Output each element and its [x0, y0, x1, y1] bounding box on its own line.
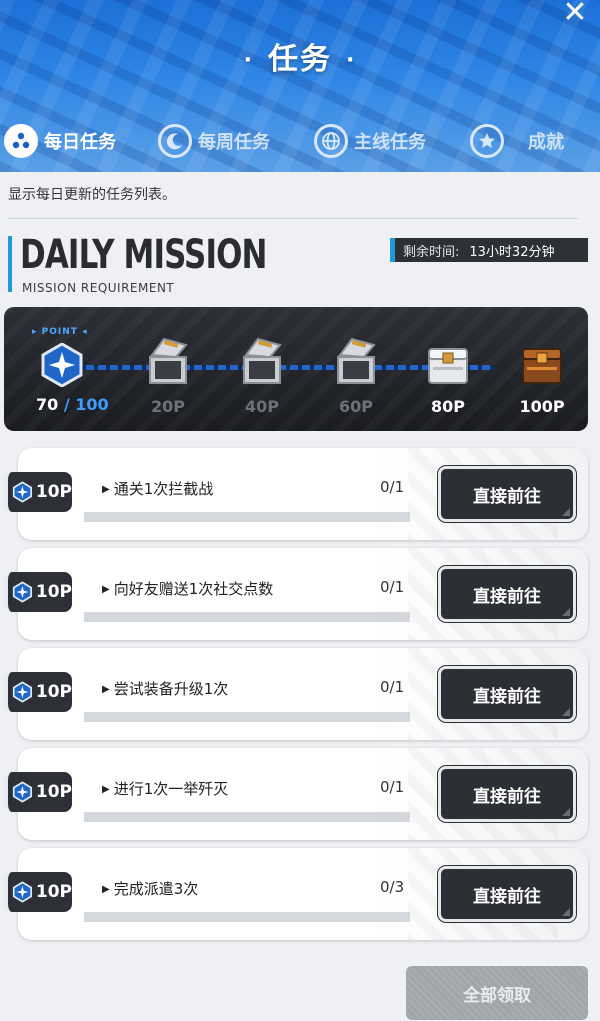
go-button[interactable]: 直接前往	[438, 466, 576, 522]
tab-main[interactable]: 主线任务	[314, 119, 426, 163]
moon-icon	[158, 124, 192, 158]
remaining-time-label: 剩余时间:	[403, 244, 460, 260]
mission-count: 0/1	[380, 478, 405, 496]
daily-mission-subtitle: MISSION REQUIREMENT	[22, 281, 175, 295]
globe-icon	[314, 124, 348, 158]
tab-description: 显示每日更新的任务列表。	[8, 187, 176, 203]
reward-tag: 10P	[4, 672, 72, 712]
reward-points: 10P	[35, 682, 72, 702]
chest-open-icon[interactable]	[236, 337, 288, 389]
reward-tag: 10P	[4, 872, 72, 912]
mission-card: ▶ 尝试装备升级1次 0/1 直接前往	[18, 648, 588, 740]
go-button[interactable]: 直接前往	[438, 766, 576, 822]
chest-closed-gold-icon[interactable]	[516, 337, 568, 389]
point-gem-icon	[41, 343, 83, 387]
remaining-time-value: 13小时32分钟	[469, 244, 555, 260]
tab-daily-label: 每日任务	[44, 132, 116, 153]
mission-progress-bar	[84, 912, 410, 922]
close-button[interactable]: ✕	[560, 0, 590, 30]
claim-all-button[interactable]: 全部领取	[406, 966, 588, 1020]
heading-accent-bar	[8, 236, 12, 292]
star-icon	[470, 124, 504, 158]
reward-points: 10P	[35, 782, 72, 802]
mission-count: 0/1	[380, 578, 405, 596]
milestone-label: 100P	[519, 397, 565, 416]
remaining-time-box: 剩余时间: 13小时32分钟	[390, 238, 588, 262]
mission-text: ▶ 通关1次拦截战	[102, 480, 214, 498]
mission-progress-bar	[84, 812, 410, 822]
point-tag: ▸ POINT ◂	[32, 327, 88, 337]
milestone-label: 80P	[431, 397, 465, 416]
point-gem-icon	[12, 681, 33, 703]
mission-progress-bar	[84, 612, 410, 622]
mission-text: ▶ 向好友赠送1次社交点数	[102, 580, 274, 598]
mission-card: ▶ 通关1次拦截战 0/1 直接前往	[18, 448, 588, 540]
reward-points: 10P	[35, 482, 72, 502]
mission-text: ▶ 尝试装备升级1次	[102, 680, 229, 698]
go-button[interactable]: 直接前往	[438, 566, 576, 622]
chest-open-icon[interactable]	[330, 337, 382, 389]
page-title: · 任务 ·	[243, 42, 357, 77]
close-icon: ✕	[562, 0, 588, 30]
mission-progress-bar	[84, 712, 410, 722]
three-dots-icon	[4, 124, 38, 158]
daily-mission-title: DAILY MISSION	[20, 232, 267, 278]
milestone-label: 40P	[245, 397, 279, 416]
go-button[interactable]: 直接前往	[438, 666, 576, 722]
reward-tag: 10P	[4, 772, 72, 812]
reward-points: 10P	[35, 582, 72, 602]
point-progress-track: ▸ POINT ◂ 70 / 100 20P 40P 60P 80P 100P	[4, 307, 588, 431]
point-gem-icon	[12, 481, 33, 503]
tab-main-label: 主线任务	[354, 132, 426, 153]
go-button[interactable]: 直接前往	[438, 866, 576, 922]
mission-card: ▶ 向好友赠送1次社交点数 0/1 直接前往	[18, 548, 588, 640]
mission-card: ▶ 进行1次一举歼灭 0/1 直接前往	[18, 748, 588, 840]
point-gem-icon	[12, 881, 33, 903]
point-gem-icon	[12, 581, 33, 603]
mission-progress-bar	[84, 512, 410, 522]
point-value: 70 / 100	[36, 395, 109, 414]
mission-text: ▶ 完成派遣3次	[102, 880, 199, 898]
milestone-label: 20P	[151, 397, 185, 416]
mission-text: ▶ 进行1次一举歼灭	[102, 780, 229, 798]
tab-daily[interactable]: 每日任务	[4, 119, 116, 163]
reward-tag: 10P	[4, 572, 72, 612]
point-gem-icon	[12, 781, 33, 803]
chest-open-icon[interactable]	[142, 337, 194, 389]
divider	[8, 218, 578, 219]
reward-tag: 10P	[4, 472, 72, 512]
mission-count: 0/3	[380, 878, 405, 896]
milestone-label: 60P	[339, 397, 373, 416]
tab-weekly[interactable]: 每周任务	[158, 119, 270, 163]
tab-achievement-label: 成就	[528, 132, 564, 153]
chest-closed-silver-icon[interactable]	[422, 337, 474, 389]
tab-weekly-label: 每周任务	[198, 132, 270, 153]
tab-bar: 每日任务 每周任务 主线任务 成就	[0, 116, 600, 166]
mission-count: 0/1	[380, 678, 405, 696]
header-banner: · 任务 · ✕ 每日任务 每周任务 主线任务 成就	[0, 0, 600, 172]
reward-points: 10P	[35, 882, 72, 902]
mission-card: ▶ 完成派遣3次 0/3 直接前往	[18, 848, 588, 940]
tab-achievement[interactable]: 成就	[470, 119, 564, 163]
mission-count: 0/1	[380, 778, 405, 796]
